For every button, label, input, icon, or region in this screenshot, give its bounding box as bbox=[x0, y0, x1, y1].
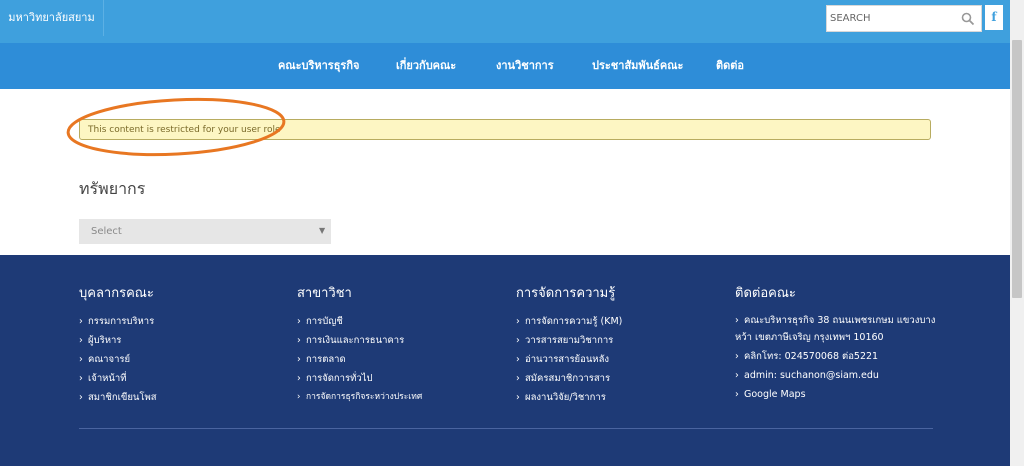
footer-link[interactable]: › การบัญชี bbox=[297, 312, 422, 331]
footer-link[interactable]: › วารสารสยามวิชาการ bbox=[516, 331, 622, 350]
footer-col-contact: ติดต่อคณะ › คณะบริหารธุรกิจ 38 ถนนเพชรเกษ… bbox=[735, 285, 945, 405]
nav-item-faculty[interactable]: คณะบริหารธุรกิจ bbox=[278, 43, 359, 89]
search-icon[interactable] bbox=[961, 12, 975, 26]
footer-link[interactable]: › การจัดการความรู้ (KM) bbox=[516, 312, 622, 331]
footer-col-title: สาขาวิชา bbox=[297, 286, 352, 301]
footer-link[interactable]: › สมาชิกเขียนโพส bbox=[79, 388, 157, 407]
footer-link[interactable]: › การจัดการธุรกิจระหว่างประเทศ bbox=[297, 388, 422, 407]
resources-heading: ทรัพยากร bbox=[79, 179, 146, 198]
footer-col-majors: สาขาวิชา › การบัญชี › การเงินและการธนาคาร … bbox=[297, 285, 422, 407]
contact-email-link[interactable]: › admin: suchanon@siam.edu bbox=[735, 367, 945, 384]
footer-link[interactable]: › อ่านวารสารย้อนหลัง bbox=[516, 350, 622, 369]
footer: บุคลากรคณะ › กรรมการบริหาร › ผู้บริหาร › คณ… bbox=[0, 255, 1010, 466]
facebook-icon[interactable]: f bbox=[985, 5, 1003, 30]
footer-link[interactable]: › การจัดการทั่วไป bbox=[297, 369, 422, 388]
chevron-down-icon: ▼ bbox=[319, 226, 326, 235]
page-scrollbar[interactable] bbox=[1010, 0, 1024, 466]
annotation-ellipse bbox=[66, 97, 286, 157]
footer-col-title: บุคลากรคณะ bbox=[79, 286, 154, 301]
nav-item-contact[interactable]: ติดต่อ bbox=[716, 43, 744, 89]
top-bar: มหาวิทยาลัยสยาม f bbox=[0, 0, 1010, 43]
search-input[interactable] bbox=[827, 6, 952, 31]
nav-item-academic[interactable]: งานวิชาการ bbox=[496, 43, 554, 89]
footer-link[interactable]: › คณาจารย์ bbox=[79, 350, 157, 369]
footer-col-title: การจัดการความรู้ bbox=[516, 286, 616, 301]
contact-phone-link[interactable]: › คลิกโทร: 024570068 ต่อ5221 bbox=[735, 348, 945, 365]
resource-select[interactable]: Select ▼ bbox=[79, 219, 331, 244]
footer-col-km: การจัดการความรู้ › การจัดการความรู้ (KM) … bbox=[516, 285, 622, 407]
footer-divider bbox=[79, 428, 933, 429]
nav-item-about[interactable]: เกี่ยวกับคณะ bbox=[396, 43, 456, 89]
footer-link[interactable]: › สมัครสมาชิกวารสาร bbox=[516, 369, 622, 388]
footer-link[interactable]: › ผู้บริหาร bbox=[79, 331, 157, 350]
contact-address: › คณะบริหารธุรกิจ 38 ถนนเพชรเกษม แขวงบางห… bbox=[735, 315, 936, 343]
footer-col-title: ติดต่อคณะ bbox=[735, 286, 796, 301]
search-box bbox=[826, 5, 982, 32]
scrollbar-thumb[interactable] bbox=[1012, 40, 1022, 298]
footer-link[interactable]: › กรรมการบริหาร bbox=[79, 312, 157, 331]
google-maps-link[interactable]: › Google Maps bbox=[735, 386, 945, 403]
footer-link[interactable]: › ผลงานวิจัย/วิชาการ bbox=[516, 388, 622, 407]
site-name-link[interactable]: มหาวิทยาลัยสยาม bbox=[0, 0, 104, 36]
select-value: Select bbox=[91, 226, 122, 237]
footer-col-personnel: บุคลากรคณะ › กรรมการบริหาร › ผู้บริหาร › คณ… bbox=[79, 285, 157, 407]
main-nav: คณะบริหารธุรกิจ เกี่ยวกับคณะ งานวิชาการ … bbox=[0, 43, 1010, 89]
footer-link[interactable]: › การเงินและการธนาคาร bbox=[297, 331, 422, 350]
footer-link[interactable]: › เจ้าหน้าที่ bbox=[79, 369, 157, 388]
nav-item-pr[interactable]: ประชาสัมพันธ์คณะ bbox=[592, 43, 683, 89]
footer-link[interactable]: › การตลาด bbox=[297, 350, 422, 369]
